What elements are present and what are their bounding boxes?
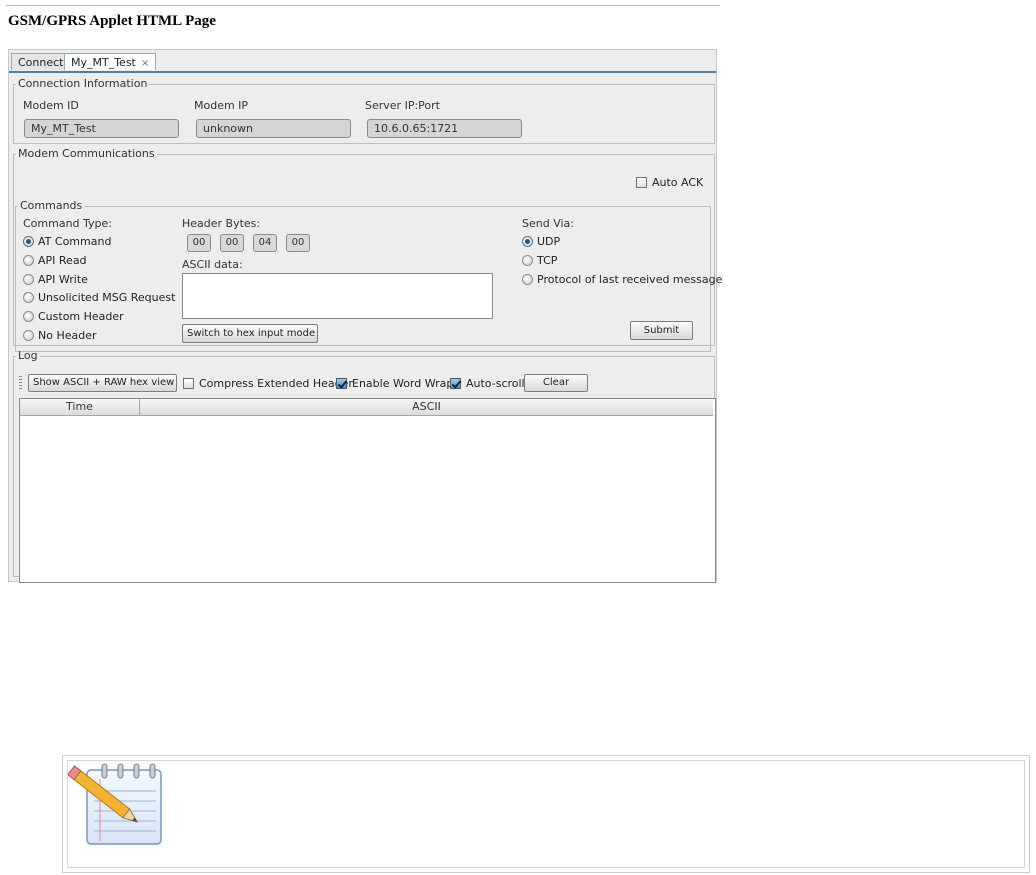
radio-label: No Header <box>38 328 97 342</box>
log-legend: Log <box>18 349 38 362</box>
auto-ack-box[interactable] <box>636 176 647 188</box>
show-ascii-raw-hex-button[interactable]: Show ASCII + RAW hex view <box>28 374 177 392</box>
radio-no-header[interactable]: No Header <box>23 328 97 342</box>
checkmark-icon[interactable] <box>450 377 461 389</box>
auto-ack-checkbox[interactable]: Auto ACK <box>636 175 703 189</box>
submit-button[interactable]: Submit <box>630 321 693 340</box>
radio-label: API Write <box>38 272 88 286</box>
ascii-data-textarea[interactable] <box>182 273 493 319</box>
ascii-data-label: ASCII data: <box>182 258 243 271</box>
send-via-label: Send Via: <box>522 217 574 230</box>
clear-button[interactable]: Clear <box>524 374 588 392</box>
radio-label: Protocol of last received message <box>537 272 723 286</box>
modem-communications-group: Modem Communications Auto ACK Commands C… <box>13 147 722 352</box>
tab-my-mt-test[interactable]: My_MT_Test × <box>64 53 157 70</box>
tab-label: My_MT_Test <box>71 56 136 69</box>
word-wrap-label: Enable Word Wrap <box>352 376 454 390</box>
header-byte-2[interactable]: 00 <box>220 234 244 252</box>
radio-label: Custom Header <box>38 309 124 323</box>
radio-label: UDP <box>537 234 561 248</box>
applet-window: Connect My_MT_Test × Connection Informati… <box>8 49 722 583</box>
enable-word-wrap-checkbox[interactable]: Enable Word Wrap <box>336 376 453 390</box>
note-box <box>62 755 1030 873</box>
radio-tcp[interactable]: TCP <box>522 253 557 267</box>
note-inner-frame <box>67 760 1025 868</box>
log-table-header: Time ASCII <box>20 399 713 416</box>
radio-label: AT Command <box>38 234 112 248</box>
radio-unsolicited-msg-request[interactable]: Unsolicited MSG Request <box>23 290 175 304</box>
checkmark-icon[interactable] <box>336 377 347 389</box>
radio-label: TCP <box>537 253 558 267</box>
auto-scroll-label: Auto-scroll <box>466 376 525 390</box>
page-heading: GSM/GPRS Applet HTML Page <box>8 13 216 29</box>
radio-icon[interactable] <box>23 254 34 266</box>
radio-label: API Read <box>38 253 87 267</box>
header-bytes-label: Header Bytes: <box>182 217 261 230</box>
radio-icon[interactable] <box>23 273 34 285</box>
log-group: Log Show ASCII + RAW hex view Compress E… <box>13 349 716 583</box>
column-header-time[interactable]: Time <box>20 399 140 415</box>
radio-icon[interactable] <box>522 254 533 266</box>
modem-ip-label: Modem IP <box>194 99 249 112</box>
compress-box[interactable] <box>183 377 194 389</box>
tab-label: Connect <box>18 56 64 69</box>
top-divider <box>6 5 720 6</box>
radio-api-write[interactable]: API Write <box>23 272 88 286</box>
header-byte-3[interactable]: 04 <box>253 234 277 252</box>
modem-id-field[interactable]: My_MT_Test <box>24 119 179 138</box>
command-type-label: Command Type: <box>23 217 113 230</box>
radio-last-protocol[interactable]: Protocol of last received message <box>522 272 722 286</box>
radio-custom-header[interactable]: Custom Header <box>23 309 124 323</box>
server-ip-port-field[interactable]: 10.6.0.65:1721 <box>367 119 522 138</box>
tab-close-icon[interactable]: × <box>141 58 149 69</box>
radio-icon[interactable] <box>522 273 533 285</box>
radio-api-read[interactable]: API Read <box>23 253 87 267</box>
compress-extended-header-checkbox[interactable]: Compress Extended Header <box>183 376 353 390</box>
modem-communications-legend: Modem Communications <box>18 147 155 160</box>
radio-icon[interactable] <box>23 310 34 322</box>
radio-label: Unsolicited MSG Request <box>38 290 176 304</box>
radio-at-command[interactable]: AT Command <box>23 234 111 248</box>
modem-ip-field[interactable]: unknown <box>196 119 351 138</box>
connection-info-legend: Connection Information <box>18 77 148 90</box>
radio-icon[interactable] <box>23 291 34 303</box>
tab-connect[interactable]: Connect <box>11 53 71 70</box>
radio-icon[interactable] <box>23 329 34 341</box>
modem-id-label: Modem ID <box>23 99 79 112</box>
connection-info-group: Connection Information Modem ID My_MT_Te… <box>13 78 715 144</box>
auto-scroll-checkbox[interactable]: Auto-scroll <box>450 376 525 390</box>
header-byte-1[interactable]: 00 <box>187 234 211 252</box>
radio-selected-icon[interactable] <box>23 235 34 247</box>
header-byte-4[interactable]: 00 <box>286 234 310 252</box>
auto-ack-label: Auto ACK <box>652 175 704 189</box>
radio-udp[interactable]: UDP <box>522 234 560 248</box>
column-header-ascii[interactable]: ASCII <box>140 399 713 415</box>
compress-label: Compress Extended Header <box>199 376 353 390</box>
commands-group: Commands Command Type: AT Command API Re… <box>15 199 722 352</box>
toolbar-grip-icon[interactable] <box>19 376 22 390</box>
switch-hex-input-button[interactable]: Switch to hex input mode <box>182 324 318 343</box>
tab-bar: Connect My_MT_Test × <box>9 50 716 73</box>
commands-legend: Commands <box>20 199 83 212</box>
radio-selected-icon[interactable] <box>522 235 533 247</box>
notepad-pencil-icon <box>68 763 162 845</box>
server-ip-port-label: Server IP:Port <box>365 99 440 112</box>
log-table[interactable]: Time ASCII <box>19 398 716 583</box>
